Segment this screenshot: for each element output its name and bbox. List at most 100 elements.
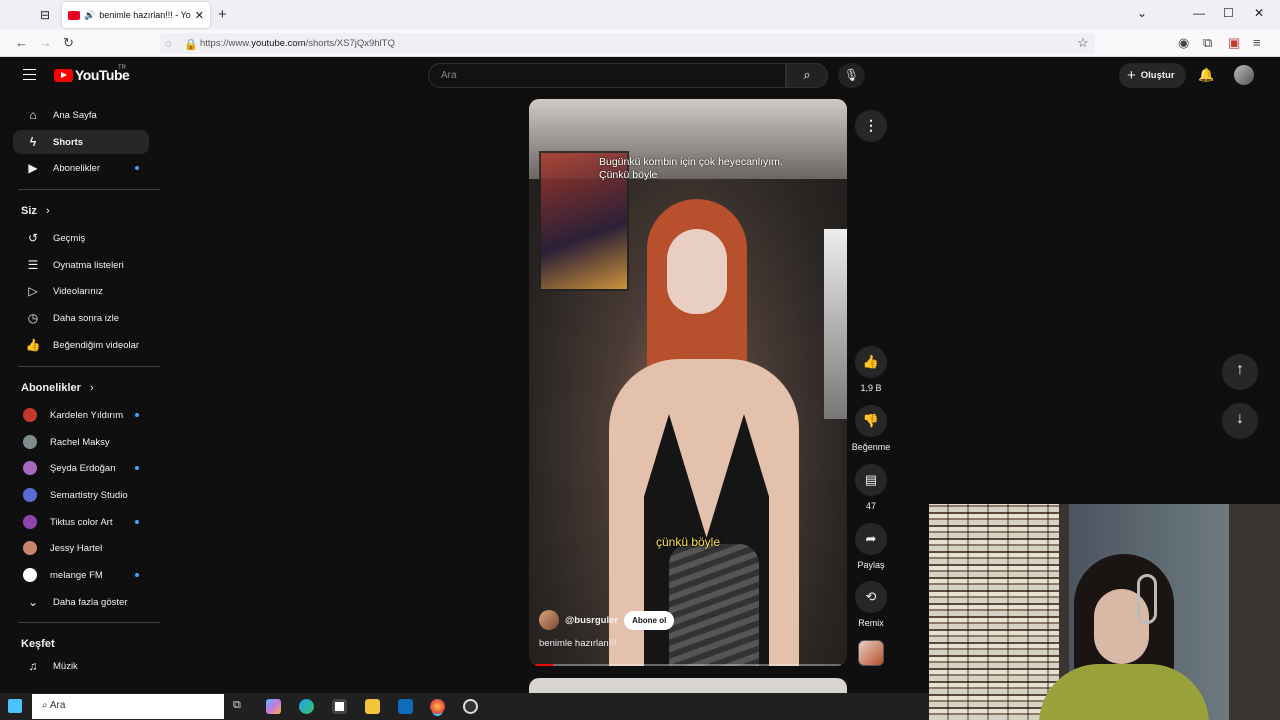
- sidebar-item-your-videos[interactable]: ▷ Videolarınız: [13, 279, 149, 303]
- url-domain: youtube.com: [251, 38, 306, 49]
- sound-thumbnail[interactable]: [858, 640, 884, 666]
- sidebar-item-liked-videos[interactable]: 👍 Beğendiğim videolar: [13, 333, 149, 357]
- notifications-bell-icon[interactable]: 🔔: [1198, 67, 1214, 83]
- show-more-button[interactable]: ⌄ Daha fazla göster: [13, 590, 149, 614]
- outlook-icon[interactable]: [398, 699, 413, 714]
- create-button[interactable]: + Oluştur: [1119, 63, 1186, 88]
- new-tab-button[interactable]: +: [218, 6, 227, 23]
- more-options-button[interactable]: ⋮: [855, 110, 887, 142]
- account-icon[interactable]: ◉: [1178, 35, 1189, 51]
- hamburger-menu-icon[interactable]: [23, 69, 36, 80]
- copilot-icon[interactable]: [266, 699, 281, 714]
- video-title: benimle hazırlan!!!: [539, 638, 617, 649]
- sidebar-sub-channel[interactable]: Rachel Maksy: [13, 430, 149, 454]
- browser-tab-active[interactable]: 🔊 benimle hazırlan!!! - YouTube ✕: [62, 2, 210, 28]
- reload-icon[interactable]: ↻: [63, 35, 74, 51]
- url-prefix: https://www.: [200, 38, 252, 49]
- sidebar-item-label: Videolarınız: [53, 285, 103, 297]
- sidebar-item-music[interactable]: ♫ Müzik: [13, 654, 149, 678]
- liked-icon: 👍: [25, 338, 41, 352]
- menu-icon[interactable]: ≡: [1253, 35, 1261, 50]
- video-subject-garment: [669, 544, 759, 666]
- like-button[interactable]: 👍: [855, 346, 887, 378]
- dislike-label: Beğenme: [851, 442, 891, 452]
- bookmark-star-icon[interactable]: ☆: [1077, 35, 1089, 51]
- taskbar-search-input[interactable]: ⌕ Ara: [32, 694, 224, 719]
- sidebar: ⌂ Ana Sayfa ϟ Shorts ▶ Abonelikler Siz › ↺ G…: [0, 97, 165, 687]
- explore-section-title: Keşfet: [21, 638, 55, 650]
- extensions-icon[interactable]: ⧉: [1203, 35, 1212, 51]
- subscriptions-section-title[interactable]: Abonelikler ›: [21, 382, 94, 394]
- create-label: Oluştur: [1140, 70, 1175, 81]
- maximize-button[interactable]: ☐: [1223, 6, 1234, 20]
- windows-taskbar: ⌕ Ara ⧉: [0, 693, 929, 720]
- home-icon: ⌂: [29, 108, 37, 122]
- task-view-icon[interactable]: ⧉: [233, 699, 248, 714]
- edge-icon[interactable]: [299, 699, 314, 714]
- addon-icon[interactable]: ▣: [1228, 35, 1240, 51]
- video-progress-bar[interactable]: [535, 664, 841, 666]
- subs-title-text: Abonelikler: [21, 382, 81, 394]
- tab-close-icon[interactable]: ✕: [195, 9, 204, 22]
- sidebar-item-subscriptions[interactable]: ▶ Abonelikler: [13, 156, 149, 180]
- next-short-button[interactable]: ↓: [1222, 403, 1258, 439]
- speaker-icon[interactable]: 🔊: [84, 10, 95, 21]
- caption-line-2: Çünkü böyle: [599, 169, 658, 181]
- chevron-right-icon: ›: [89, 382, 94, 394]
- remix-button[interactable]: ⟲: [855, 581, 887, 613]
- video-caption-top: Bugünkü kombin için çok heyecanlıyım. Çü…: [599, 156, 783, 182]
- browser-tab-bar: ⊟ 🔊 benimle hazırlan!!! - YouTube ✕ + ⌄ …: [0, 0, 1280, 30]
- sidebar-item-label: Kardelen Yıldırım: [50, 409, 124, 421]
- lock-icon[interactable]: 🔒: [184, 38, 198, 51]
- taskbar-search-text: Ara: [49, 700, 66, 711]
- shorts-video-player[interactable]: Bugünkü kombin için çok heyecanlıyım. Çü…: [529, 99, 847, 666]
- channel-avatar: [23, 435, 37, 449]
- obs-icon[interactable]: [463, 699, 478, 714]
- sidebar-sub-channel[interactable]: Şeyda Erdoğan: [13, 456, 149, 480]
- thumbs-up-icon: 👍: [862, 354, 880, 369]
- sidebar-item-watch-later[interactable]: ◷ Daha sonra izle: [13, 306, 149, 330]
- you-section-title[interactable]: Siz ›: [21, 205, 50, 217]
- tab-overflow-icon[interactable]: ⌄: [1137, 6, 1147, 20]
- file-explorer-icon[interactable]: [365, 699, 380, 714]
- search-input[interactable]: Ara: [428, 63, 786, 88]
- sidebar-sub-channel[interactable]: Jessy Hartel: [13, 536, 149, 560]
- sidebar-sub-channel[interactable]: Semartistry Studio: [13, 483, 149, 507]
- search-button[interactable]: ⌕: [786, 63, 828, 88]
- dislike-button[interactable]: 👎: [855, 405, 887, 437]
- forward-icon[interactable]: →: [39, 35, 52, 50]
- youtube-logo[interactable]: YouTube TR: [54, 65, 130, 83]
- channel-avatar[interactable]: [539, 610, 559, 630]
- new-content-dot: [135, 573, 139, 577]
- sidebar-sub-channel[interactable]: Tiktus color Art: [13, 510, 149, 534]
- history-icon: ↺: [27, 231, 39, 245]
- url-bar[interactable]: https://www. youtube.com/shorts/XS7jQx9hl…: [160, 33, 1095, 54]
- channel-avatar: [23, 461, 37, 475]
- share-button[interactable]: ➦: [855, 523, 887, 555]
- shield-icon[interactable]: ◌: [165, 38, 172, 50]
- store-icon[interactable]: [332, 699, 347, 714]
- sidebar-sub-channel[interactable]: melange FM: [13, 563, 149, 587]
- voice-search-button[interactable]: 🎙: [838, 63, 865, 88]
- channel-name[interactable]: @busrguler: [565, 615, 618, 626]
- close-window-button[interactable]: ✕: [1254, 6, 1264, 20]
- back-icon[interactable]: ←: [15, 35, 28, 50]
- new-content-dot: [135, 166, 139, 170]
- firefox-icon[interactable]: [430, 699, 445, 714]
- tab-list-icon[interactable]: ⊟: [40, 8, 50, 22]
- sidebar-item-shorts[interactable]: ϟ Shorts: [13, 130, 149, 154]
- start-icon[interactable]: [8, 699, 22, 713]
- sidebar-item-playlists[interactable]: ☰ Oynatma listeleri: [13, 253, 149, 277]
- comment-count: 47: [865, 501, 876, 511]
- thumbs-down-icon: 👎: [862, 413, 880, 428]
- sidebar-item-history[interactable]: ↺ Geçmiş: [13, 226, 149, 250]
- minimize-button[interactable]: —: [1193, 6, 1205, 20]
- previous-short-button[interactable]: ↑: [1222, 354, 1258, 390]
- sidebar-item-home[interactable]: ⌂ Ana Sayfa: [13, 103, 149, 127]
- sidebar-item-label: Semartistry Studio: [50, 489, 128, 501]
- video-subject: [589, 199, 799, 666]
- sidebar-sub-channel[interactable]: Kardelen Yıldırım: [13, 403, 149, 427]
- comments-button[interactable]: ▤: [855, 464, 887, 496]
- user-avatar[interactable]: [1234, 65, 1254, 85]
- subscribe-button[interactable]: Abone ol: [624, 610, 675, 630]
